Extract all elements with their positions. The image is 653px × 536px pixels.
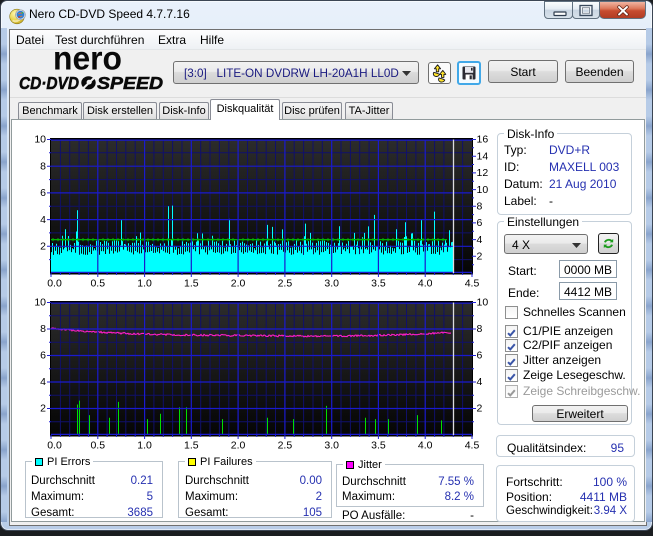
svg-text:2: 2 xyxy=(40,241,46,253)
svg-text:3.5: 3.5 xyxy=(371,278,386,290)
svg-text:0.0: 0.0 xyxy=(47,440,62,452)
svg-text:6: 6 xyxy=(477,217,483,229)
svg-text:4: 4 xyxy=(477,376,483,388)
svg-text:2: 2 xyxy=(40,403,46,415)
svg-text:3.5: 3.5 xyxy=(371,440,386,452)
svg-text:8: 8 xyxy=(40,160,46,172)
svg-text:2.0: 2.0 xyxy=(231,440,246,452)
svg-text:4: 4 xyxy=(40,214,46,226)
svg-text:0.5: 0.5 xyxy=(90,440,105,452)
svg-text:12: 12 xyxy=(477,167,489,179)
svg-text:1.0: 1.0 xyxy=(137,278,152,290)
svg-text:10: 10 xyxy=(477,297,489,309)
svg-text:0.5: 0.5 xyxy=(90,278,105,290)
svg-text:2.5: 2.5 xyxy=(278,278,293,290)
svg-text:8: 8 xyxy=(40,323,46,335)
svg-text:4.0: 4.0 xyxy=(418,278,433,290)
svg-text:8: 8 xyxy=(477,200,483,212)
svg-text:10: 10 xyxy=(477,184,489,196)
svg-text:14: 14 xyxy=(477,150,489,162)
svg-text:10: 10 xyxy=(34,134,46,146)
svg-text:4.5: 4.5 xyxy=(465,278,480,290)
svg-text:6: 6 xyxy=(477,350,483,362)
svg-text:2.0: 2.0 xyxy=(231,278,246,290)
svg-text:2: 2 xyxy=(477,403,483,415)
svg-text:8: 8 xyxy=(477,323,483,335)
svg-text:4.5: 4.5 xyxy=(465,440,480,452)
svg-text:1.0: 1.0 xyxy=(137,440,152,452)
svg-text:1.5: 1.5 xyxy=(184,278,199,290)
svg-text:6: 6 xyxy=(40,187,46,199)
svg-text:0.0: 0.0 xyxy=(47,278,62,290)
svg-text:4.0: 4.0 xyxy=(418,440,433,452)
svg-text:1.5: 1.5 xyxy=(184,440,199,452)
svg-text:10: 10 xyxy=(34,297,46,309)
svg-text:3.0: 3.0 xyxy=(324,440,339,452)
svg-text:6: 6 xyxy=(40,350,46,362)
svg-text:2: 2 xyxy=(477,251,483,263)
svg-text:4: 4 xyxy=(477,234,483,246)
svg-text:2.5: 2.5 xyxy=(278,440,293,452)
svg-text:16: 16 xyxy=(477,134,489,146)
svg-text:3.0: 3.0 xyxy=(324,278,339,290)
svg-text:4: 4 xyxy=(40,376,46,388)
